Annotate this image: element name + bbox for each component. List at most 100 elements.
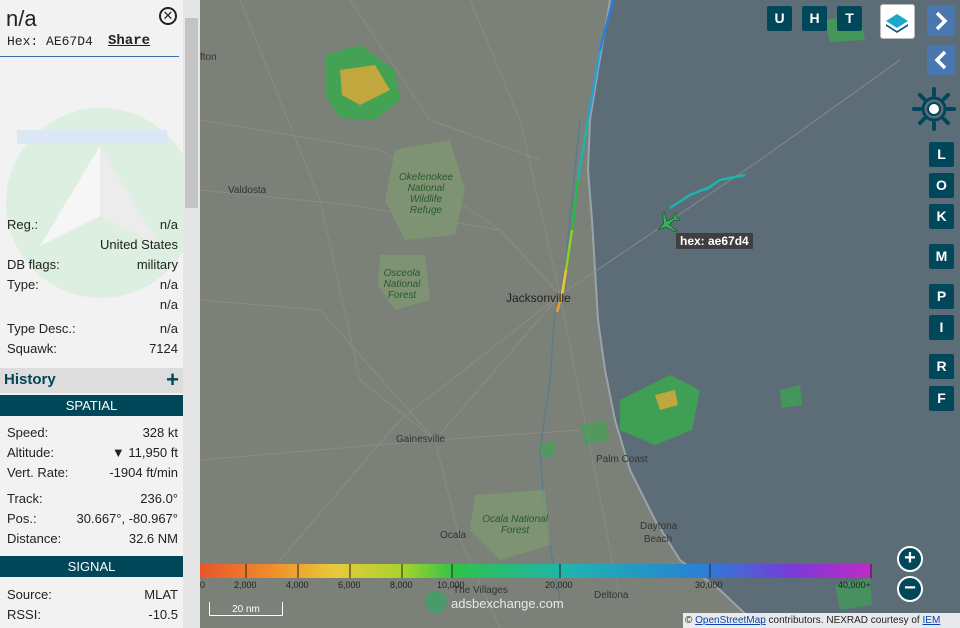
sidebar-scrollbar[interactable] <box>183 0 200 628</box>
track-label: Track: <box>7 491 43 506</box>
legend-tick: 2,000 <box>234 580 257 590</box>
country-value: United States <box>99 237 178 252</box>
layers-button[interactable] <box>880 4 915 39</box>
track-row: Track: 236.0° <box>7 491 178 509</box>
toggle-button-m[interactable]: M <box>929 244 954 269</box>
type-name-value: n/a <box>159 297 178 312</box>
rssi-value: -10.5 <box>148 607 178 622</box>
openstreetmap-link[interactable]: OpenStreetMap <box>695 615 766 626</box>
reg-value: n/a <box>159 217 178 232</box>
hex-line: Hex: AE67D4 <box>7 34 93 49</box>
squawk-value: 7124 <box>149 341 178 356</box>
photo-caption-bar <box>17 130 167 144</box>
type-value: n/a <box>159 277 178 292</box>
distance-value: 32.6 NM <box>128 531 178 546</box>
type-name-row: n/a <box>7 297 178 315</box>
legend-tick: 0 <box>200 580 206 590</box>
legend-tick: 4,000 <box>286 580 309 590</box>
source-label: Source: <box>7 587 52 602</box>
scrollbar-thumb[interactable] <box>185 18 198 208</box>
toggle-button-u[interactable]: U <box>767 6 792 31</box>
chevron-left-icon <box>934 50 947 70</box>
map-canvas[interactable]: fton Valdosta Okefenokee National Wildli… <box>200 0 960 628</box>
db-flags-label: DB flags: <box>7 257 60 272</box>
gear-icon[interactable] <box>911 86 957 132</box>
history-toggle[interactable]: History + <box>0 367 183 393</box>
legend-tick: 20,000 <box>545 580 573 590</box>
toggle-button-p[interactable]: P <box>929 284 954 309</box>
place-label: Ocala <box>440 530 467 541</box>
toggle-button-o[interactable]: O <box>929 173 954 198</box>
rssi-label: RSSI: <box>7 607 41 622</box>
iem-link[interactable]: IEM <box>923 615 941 626</box>
zoom-out-button[interactable]: − <box>897 576 923 602</box>
legend-tick: 8,000 <box>390 580 413 590</box>
source-value: MLAT <box>144 587 178 602</box>
rssi-row: RSSI: -10.5 <box>7 607 178 625</box>
type-desc-label: Type Desc.: <box>7 321 76 336</box>
distance-label: Distance: <box>7 531 62 546</box>
country-row: United States <box>7 237 178 255</box>
toggle-button-h[interactable]: H <box>802 6 827 31</box>
toggle-button-i[interactable]: I <box>929 315 954 340</box>
place-label: Gainesville <box>396 434 445 445</box>
map-attribution: © OpenStreetMap contributors. NEXRAD cou… <box>683 613 960 628</box>
toggle-button-k[interactable]: K <box>929 204 954 229</box>
speed-label: Speed: <box>7 425 49 440</box>
legend-tick: 6,000 <box>338 580 361 590</box>
zoom-in-button[interactable]: + <box>897 546 923 572</box>
type-row: Type: n/a <box>7 277 178 295</box>
reg-row: Reg.: n/a <box>7 217 178 235</box>
legend-tick: 10,000 <box>437 580 465 590</box>
squawk-label: Squawk: <box>7 341 57 356</box>
place-label: Daytona Beach <box>640 521 678 545</box>
legend-tick: 40,000+ <box>838 580 871 590</box>
info-panel-content: n/a ✕ Hex: AE67D4 Share Reg.: n/a United… <box>0 0 196 628</box>
attribution-text: contributors. NEXRAD courtesy of <box>768 615 920 626</box>
divider <box>0 56 179 57</box>
place-label: Palm Coast <box>596 454 648 465</box>
type-label: Type: <box>7 277 39 292</box>
plus-icon[interactable]: + <box>166 367 179 393</box>
db-flags-value: military <box>136 257 178 272</box>
layers-icon <box>886 14 908 33</box>
position-row: Pos.: 30.667°, -80.967° <box>7 511 178 529</box>
place-label: fton <box>200 52 217 63</box>
position-value: 30.667°, -80.967° <box>76 511 178 526</box>
track-value: 236.0° <box>140 491 178 506</box>
toggle-button-t[interactable]: T <box>837 6 862 31</box>
place-label: Jacksonville <box>506 291 571 305</box>
toggle-button-l[interactable]: L <box>929 142 954 167</box>
squawk-row: Squawk: 7124 <box>7 341 178 359</box>
place-label: Ocala National Forest <box>482 514 548 536</box>
toggle-button-f[interactable]: F <box>929 386 954 411</box>
adsbexchange-logo-icon <box>425 591 447 613</box>
type-desc-row: Type Desc.: n/a <box>7 321 178 339</box>
scale-bar: 20 nm <box>209 602 283 616</box>
signal-header: SIGNAL <box>0 556 183 577</box>
hex-value: AE67D4 <box>46 34 93 49</box>
share-link[interactable]: Share <box>108 33 150 49</box>
expand-panel-button[interactable] <box>927 6 955 36</box>
vert-rate-row: Vert. Rate: -1904 ft/min <box>7 465 178 483</box>
place-label: Valdosta <box>228 185 267 196</box>
hex-label: Hex: <box>7 34 39 49</box>
toggle-button-r[interactable]: R <box>929 354 954 379</box>
vert-rate-value: -1904 ft/min <box>109 465 178 480</box>
aircraft-label[interactable]: hex: ae67d4 <box>676 233 753 249</box>
chevron-right-icon <box>935 11 948 31</box>
altitude-value: ▼ 11,950 ft <box>111 445 178 460</box>
db-flags-row: DB flags: military <box>7 257 178 275</box>
adsbexchange-logo: adsbexchange.com <box>451 596 564 611</box>
reg-label: Reg.: <box>7 217 39 232</box>
legend-tick: 30,000 <box>695 580 723 590</box>
collapse-panel-button[interactable] <box>927 45 955 75</box>
close-icon[interactable]: ✕ <box>159 7 177 25</box>
altitude-label: Altitude: <box>7 445 54 460</box>
place-label: Okefenokee National Wildlife Refuge <box>399 172 453 216</box>
aircraft-title: n/a <box>6 6 37 31</box>
place-label: Deltona <box>594 590 629 601</box>
altitude-row: Altitude: ▼ 11,950 ft <box>7 445 178 463</box>
map-base[interactable] <box>200 0 960 628</box>
speed-value: 328 kt <box>142 425 178 440</box>
